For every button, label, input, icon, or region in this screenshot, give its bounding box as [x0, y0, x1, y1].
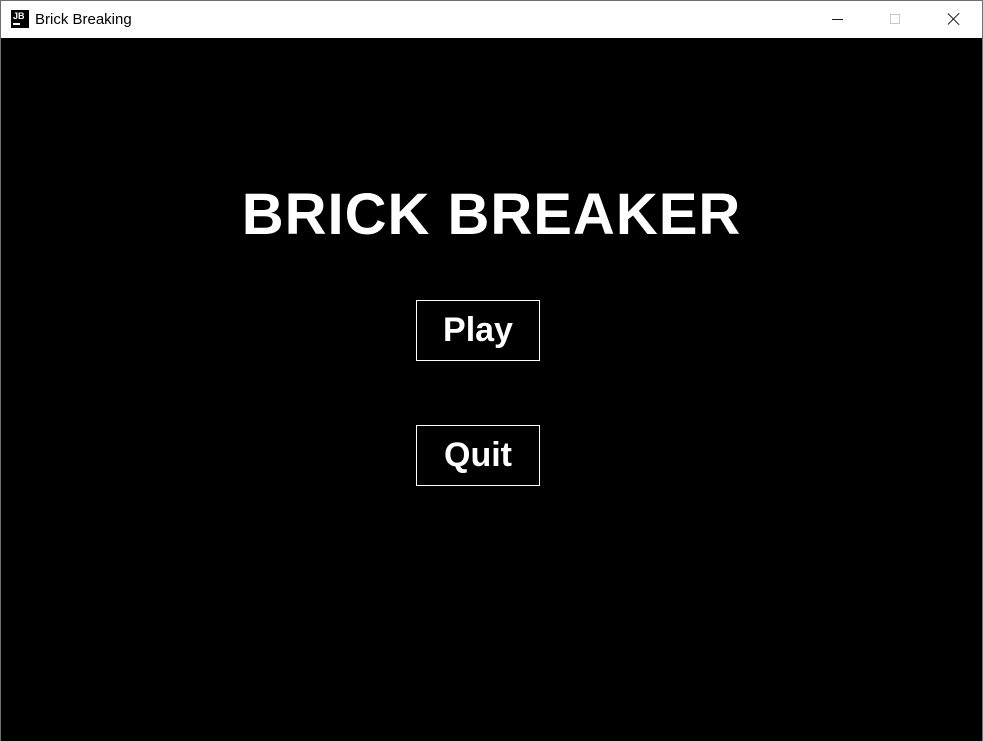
- game-title: BRICK BREAKER: [241, 182, 742, 247]
- maximize-icon: [890, 14, 900, 24]
- close-icon: [948, 13, 960, 25]
- app-icon-underline: [13, 23, 20, 25]
- close-button[interactable]: [924, 1, 982, 38]
- maximize-button[interactable]: [866, 1, 924, 38]
- window-title: Brick Breaking: [35, 11, 132, 28]
- play-button[interactable]: Play: [416, 300, 540, 361]
- app-window: JB Brick Breaking BRICK BREAKER Play Qui…: [0, 0, 983, 741]
- title-bar[interactable]: JB Brick Breaking: [1, 1, 982, 38]
- minimize-icon: [832, 19, 843, 20]
- game-canvas[interactable]: BRICK BREAKER Play Quit: [1, 38, 982, 741]
- minimize-button[interactable]: [809, 1, 867, 38]
- app-icon: JB: [11, 10, 29, 28]
- quit-button[interactable]: Quit: [416, 425, 540, 486]
- app-icon-text: JB: [13, 11, 25, 21]
